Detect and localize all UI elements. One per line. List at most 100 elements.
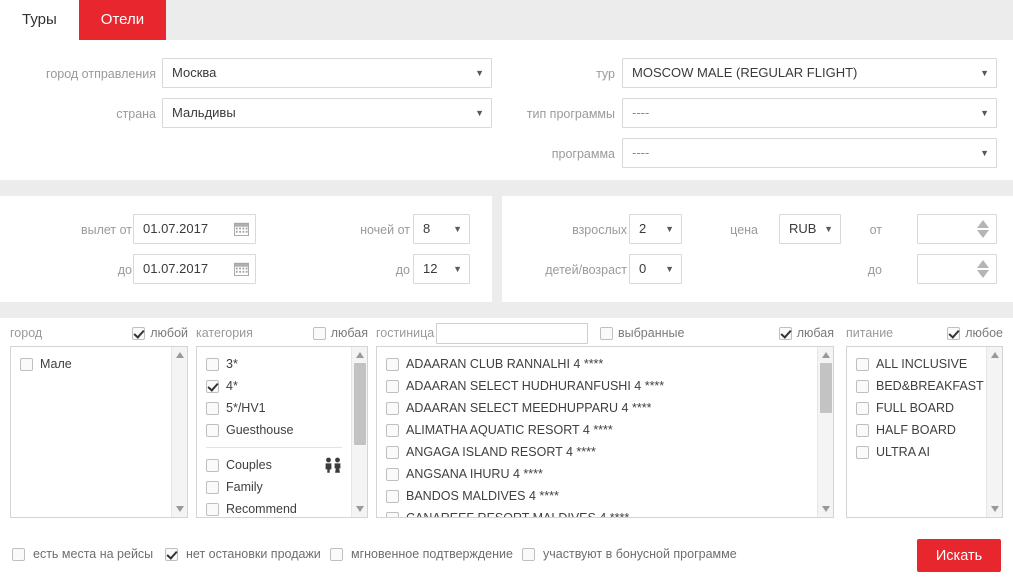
checkbox-bonus-program[interactable]: участвуют в бонусной программе	[522, 547, 737, 561]
hotel-search-field[interactable]	[437, 324, 587, 343]
list-item[interactable]: ANGAGA ISLAND RESORT 4 ****	[377, 441, 817, 463]
list-item[interactable]: BANDOS MALDIVES 4 ****	[377, 485, 817, 507]
list-item[interactable]: Family	[197, 476, 351, 498]
listbox-hotel[interactable]: ADAARAN CLUB RANNALHI 4 **** ADAARAN SEL…	[376, 346, 834, 518]
scroll-up-icon[interactable]	[821, 350, 831, 360]
checkbox-category-any[interactable]: любая	[312, 324, 368, 342]
list-item-checkbox[interactable]	[206, 379, 219, 393]
list-item-checkbox[interactable]	[206, 401, 219, 415]
list-item-checkbox[interactable]	[856, 401, 869, 415]
list-item[interactable]: BED&BREAKFAST	[847, 375, 986, 397]
list-item-checkbox[interactable]	[206, 502, 219, 516]
scrollbar-thumb[interactable]	[354, 363, 366, 445]
list-item[interactable]: Couples	[197, 454, 351, 476]
search-button[interactable]: Искать	[917, 539, 1001, 572]
listbox-city[interactable]: Мале	[10, 346, 188, 518]
scrollbar-thumb[interactable]	[820, 363, 832, 413]
checkbox-seats-available[interactable]: есть места на рейсы	[12, 547, 153, 561]
checkbox-city-any[interactable]: любой	[132, 324, 188, 342]
tab-tours[interactable]: Туры	[0, 0, 79, 40]
input-depart-to[interactable]: 01.07.2017	[133, 254, 256, 284]
checkbox-seats-available-box[interactable]	[12, 547, 25, 561]
select-currency[interactable]: RUB ▼	[779, 214, 841, 244]
list-item[interactable]: ANGSANA IHURU 4 ****	[377, 463, 817, 485]
checkbox-hotel-any-box[interactable]	[778, 326, 792, 340]
list-item-checkbox[interactable]	[206, 480, 219, 494]
list-item[interactable]: FULL BOARD	[847, 397, 986, 419]
checkbox-hotel-selected[interactable]: выбранные	[600, 324, 684, 342]
scroll-down-icon[interactable]	[355, 504, 365, 514]
list-item[interactable]: ALIMATHA AQUATIC RESORT 4 ****	[377, 419, 817, 441]
checkbox-no-stop-sale-box[interactable]	[165, 547, 178, 561]
select-nights-to[interactable]: 12 ▼	[413, 254, 470, 284]
list-item-checkbox[interactable]	[386, 357, 399, 371]
list-item-checkbox[interactable]	[856, 357, 869, 371]
list-item-checkbox[interactable]	[386, 423, 399, 437]
input-depart-from[interactable]: 01.07.2017	[133, 214, 256, 244]
checkbox-instant-confirmation[interactable]: мгновенное подтверждение	[330, 547, 513, 561]
select-program-type[interactable]: ---- ▼	[622, 98, 997, 128]
select-tour[interactable]: MOSCOW MALE (REGULAR FLIGHT) ▼	[622, 58, 997, 88]
listbox-category[interactable]: 3* 4* 5*/HV1 Guesthouse Couples Family R…	[196, 346, 368, 518]
scrollbar-hotel[interactable]	[817, 347, 833, 517]
list-item-checkbox[interactable]	[386, 445, 399, 459]
checkbox-city-any-box[interactable]	[132, 326, 146, 340]
spinner-arrows-icon[interactable]	[976, 218, 990, 240]
input-price-from[interactable]	[917, 214, 997, 244]
checkbox-instant-confirmation-box[interactable]	[330, 547, 343, 561]
list-item[interactable]: CANAREEF RESORT MALDIVES 4 ****	[377, 507, 817, 517]
list-item-checkbox[interactable]	[386, 379, 399, 393]
input-price-to[interactable]	[917, 254, 997, 284]
list-item-checkbox[interactable]	[856, 423, 869, 437]
listbox-meal[interactable]: ALL INCLUSIVE BED&BREAKFAST FULL BOARD H…	[846, 346, 1003, 518]
list-item[interactable]: Мале	[11, 353, 171, 375]
scroll-down-icon[interactable]	[990, 504, 1000, 514]
list-item-checkbox[interactable]	[856, 379, 869, 393]
list-item-checkbox[interactable]	[20, 357, 33, 371]
list-item[interactable]: ADAARAN SELECT HUDHURANFUSHI 4 ****	[377, 375, 817, 397]
scrollbar-category[interactable]	[351, 347, 367, 517]
checkbox-meal-any-box[interactable]	[947, 326, 961, 340]
checkbox-bonus-program-box[interactable]	[522, 547, 535, 561]
checkbox-category-any-box[interactable]	[312, 326, 326, 340]
scroll-up-icon[interactable]	[355, 350, 365, 360]
list-item-checkbox[interactable]	[206, 357, 219, 371]
spinner-arrows-icon[interactable]	[976, 258, 990, 280]
list-item[interactable]: 4*	[197, 375, 351, 397]
scrollbar-meal[interactable]	[986, 347, 1002, 517]
select-adults[interactable]: 2 ▼	[629, 214, 682, 244]
list-item[interactable]: Recommend	[197, 498, 351, 517]
select-program[interactable]: ---- ▼	[622, 138, 997, 168]
select-children[interactable]: 0 ▼	[629, 254, 682, 284]
calendar-icon[interactable]	[234, 261, 249, 276]
list-item-checkbox[interactable]	[386, 489, 399, 503]
list-item[interactable]: ADAARAN SELECT MEEDHUPPARU 4 ****	[377, 397, 817, 419]
checkbox-meal-any[interactable]: любое	[947, 324, 1003, 342]
hotel-search-input[interactable]	[436, 323, 588, 344]
list-item-checkbox[interactable]	[386, 467, 399, 481]
scroll-down-icon[interactable]	[821, 504, 831, 514]
tab-hotels[interactable]: Отели	[78, 0, 167, 40]
list-item-checkbox[interactable]	[386, 401, 399, 415]
calendar-icon[interactable]	[234, 221, 249, 236]
list-item[interactable]: HALF BOARD	[847, 419, 986, 441]
scroll-down-icon[interactable]	[175, 504, 185, 514]
select-departure-city[interactable]: Москва ▼	[162, 58, 492, 88]
list-item[interactable]: ULTRA AI	[847, 441, 986, 463]
checkbox-hotel-any[interactable]: любая	[778, 324, 834, 342]
list-item-checkbox[interactable]	[856, 445, 869, 459]
checkbox-hotel-selected-box[interactable]	[600, 326, 613, 340]
list-item-checkbox[interactable]	[206, 458, 219, 472]
scroll-up-icon[interactable]	[990, 350, 1000, 360]
list-item[interactable]: ADAARAN CLUB RANNALHI 4 ****	[377, 353, 817, 375]
list-item-checkbox[interactable]	[206, 423, 219, 437]
list-item[interactable]: ALL INCLUSIVE	[847, 353, 986, 375]
list-item[interactable]: Guesthouse	[197, 419, 351, 441]
select-country[interactable]: Мальдивы ▼	[162, 98, 492, 128]
scroll-up-icon[interactable]	[175, 350, 185, 360]
list-item[interactable]: 3*	[197, 353, 351, 375]
select-nights-from[interactable]: 8 ▼	[413, 214, 470, 244]
list-item[interactable]: 5*/HV1	[197, 397, 351, 419]
checkbox-no-stop-sale[interactable]: нет остановки продажи	[165, 547, 321, 561]
scrollbar-city[interactable]	[171, 347, 187, 517]
